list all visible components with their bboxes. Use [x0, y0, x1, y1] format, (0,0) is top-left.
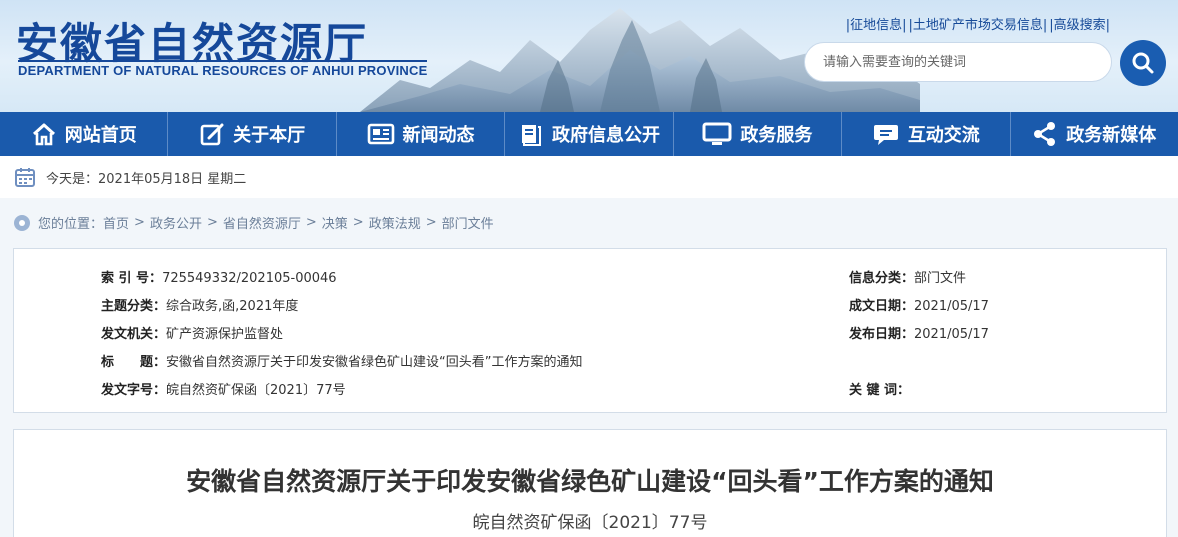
breadcrumb-item[interactable]: 首页 [103, 213, 129, 232]
share-icon [1034, 122, 1056, 146]
info-value: 2021/05/17 [914, 327, 989, 342]
nav-label: 网站首页 [64, 125, 137, 146]
search-button[interactable] [1120, 40, 1166, 86]
info-label: 发布日期： [849, 327, 915, 342]
breadcrumb-item[interactable]: 决策 [322, 213, 348, 232]
info-index: 索 引 号：725549332/202105-00046 [101, 267, 337, 286]
current-date: 今天是：2021年05月18日 星期二 [46, 171, 247, 187]
info-label: 主题分类： [101, 299, 167, 314]
info-value: 部门文件 [914, 271, 967, 286]
nav-item-services[interactable]: 政务服务 [674, 112, 843, 156]
breadcrumb: 您的位置： 首页 > 政务公开 > 省自然资源厅 > 决策 > 政策法规 > 部… [14, 213, 494, 232]
info-label: 信息分类： [849, 271, 915, 286]
nav-label: 政府信息公开 [551, 125, 660, 146]
info-doc-number: 发文字号：皖自然资矿保函〔2021〕77号 [101, 379, 346, 398]
info-label: 索 引 号： [101, 271, 163, 286]
breadcrumb-separator: > [305, 215, 317, 230]
breadcrumb-item[interactable]: 政策法规 [369, 213, 421, 232]
breadcrumb-separator: > [352, 215, 364, 230]
chat-icon [873, 125, 898, 145]
info-keywords: 关 键 词： [849, 379, 910, 398]
site-logo-subtitle: DEPARTMENT OF NATURAL RESOURCES OF ANHUI… [18, 60, 428, 78]
calendar-icon [15, 168, 35, 187]
home-icon [32, 123, 55, 146]
edit-icon [200, 123, 224, 146]
nav-label: 关于本厅 [233, 125, 306, 146]
breadcrumb-prefix: 您的位置： [38, 217, 104, 232]
document-info-panel: 索 引 号：725549332/202105-00046 信息分类：部门文件 主… [13, 248, 1167, 413]
info-category: 信息分类：部门文件 [849, 267, 966, 286]
info-value: 综合政务,函,2021年度 [166, 299, 299, 314]
top-link-advanced-search[interactable]: |高级搜索| [1049, 18, 1110, 33]
info-published-date: 发布日期：2021/05/17 [849, 323, 989, 342]
info-value: 安徽省自然资源厅关于印发安徽省绿色矿山建设“回头看”工作方案的通知 [166, 355, 583, 370]
nav-item-interaction[interactable]: 互动交流 [842, 112, 1011, 156]
nav-item-about[interactable]: 关于本厅 [168, 112, 337, 156]
article-content: 安徽省自然资源厅关于印发安徽省绿色矿山建设“回头看”工作方案的通知 皖自然资矿保… [13, 429, 1167, 537]
nav-item-new-media[interactable]: 政务新媒体 [1011, 112, 1178, 156]
nav-label: 政务新媒体 [1066, 125, 1157, 146]
nav-item-gov-info[interactable]: 政府信息公开 [505, 112, 674, 156]
main-nav: 网站首页 关于本厅 新闻动态 政府信息公开 政务服务 互动交流 政务新媒体 [0, 112, 1178, 156]
breadcrumb-item[interactable]: 省自然资源厅 [223, 213, 301, 232]
top-link-land-acquisition[interactable]: |征地信息| [846, 18, 907, 33]
article-title: 安徽省自然资源厅关于印发安徽省绿色矿山建设“回头看”工作方案的通知 [186, 467, 994, 496]
article-doc-number: 皖自然资矿保函〔2021〕77号 [472, 513, 708, 533]
news-icon [367, 123, 394, 145]
breadcrumb-separator: > [425, 215, 437, 230]
breadcrumb-item[interactable]: 政务公开 [150, 213, 202, 232]
info-value: 725549332/202105-00046 [162, 271, 337, 286]
nav-label: 新闻动态 [402, 125, 475, 146]
breadcrumb-separator: > [206, 215, 218, 230]
info-label: 关 键 词： [849, 383, 911, 398]
nav-item-news[interactable]: 新闻动态 [337, 112, 506, 156]
info-value: 矿产资源保护监督处 [166, 327, 284, 342]
info-title: 标 题：安徽省自然资源厅关于印发安徽省绿色矿山建设“回头看”工作方案的通知 [101, 351, 583, 370]
monitor-icon [702, 122, 732, 145]
info-created-date: 成文日期：2021/05/17 [849, 295, 989, 314]
nav-label: 互动交流 [907, 125, 980, 146]
info-value: 2021/05/17 [914, 299, 989, 314]
book-icon [521, 125, 541, 146]
search-icon [1132, 52, 1154, 74]
site-header: 安徽省自然资源厅 DEPARTMENT OF NATURAL RESOURCES… [0, 0, 1178, 112]
breadcrumb-item[interactable]: 部门文件 [442, 213, 494, 232]
info-issuer: 发文机关：矿产资源保护监督处 [101, 323, 283, 342]
info-label: 成文日期： [849, 299, 915, 314]
date-bar: 今天是：2021年05月18日 星期二 [0, 156, 1178, 198]
info-label: 发文机关： [101, 327, 167, 342]
top-link-land-mineral-market[interactable]: |土地矿产市场交易信息| [908, 18, 1047, 33]
nav-label: 政务服务 [740, 125, 813, 146]
nav-item-home[interactable]: 网站首页 [0, 112, 169, 156]
breadcrumb-separator: > [134, 215, 145, 230]
info-label: 发文字号： [101, 383, 167, 398]
info-value: 皖自然资矿保函〔2021〕77号 [166, 383, 346, 398]
info-label: 标 题： [101, 355, 167, 370]
search-input[interactable]: 请输入需要查询的关键词 [804, 42, 1112, 82]
top-links: |征地信息| |土地矿产市场交易信息| |高级搜索| [844, 14, 1110, 33]
info-topic: 主题分类：综合政务,函,2021年度 [101, 295, 298, 314]
location-icon [14, 214, 30, 231]
